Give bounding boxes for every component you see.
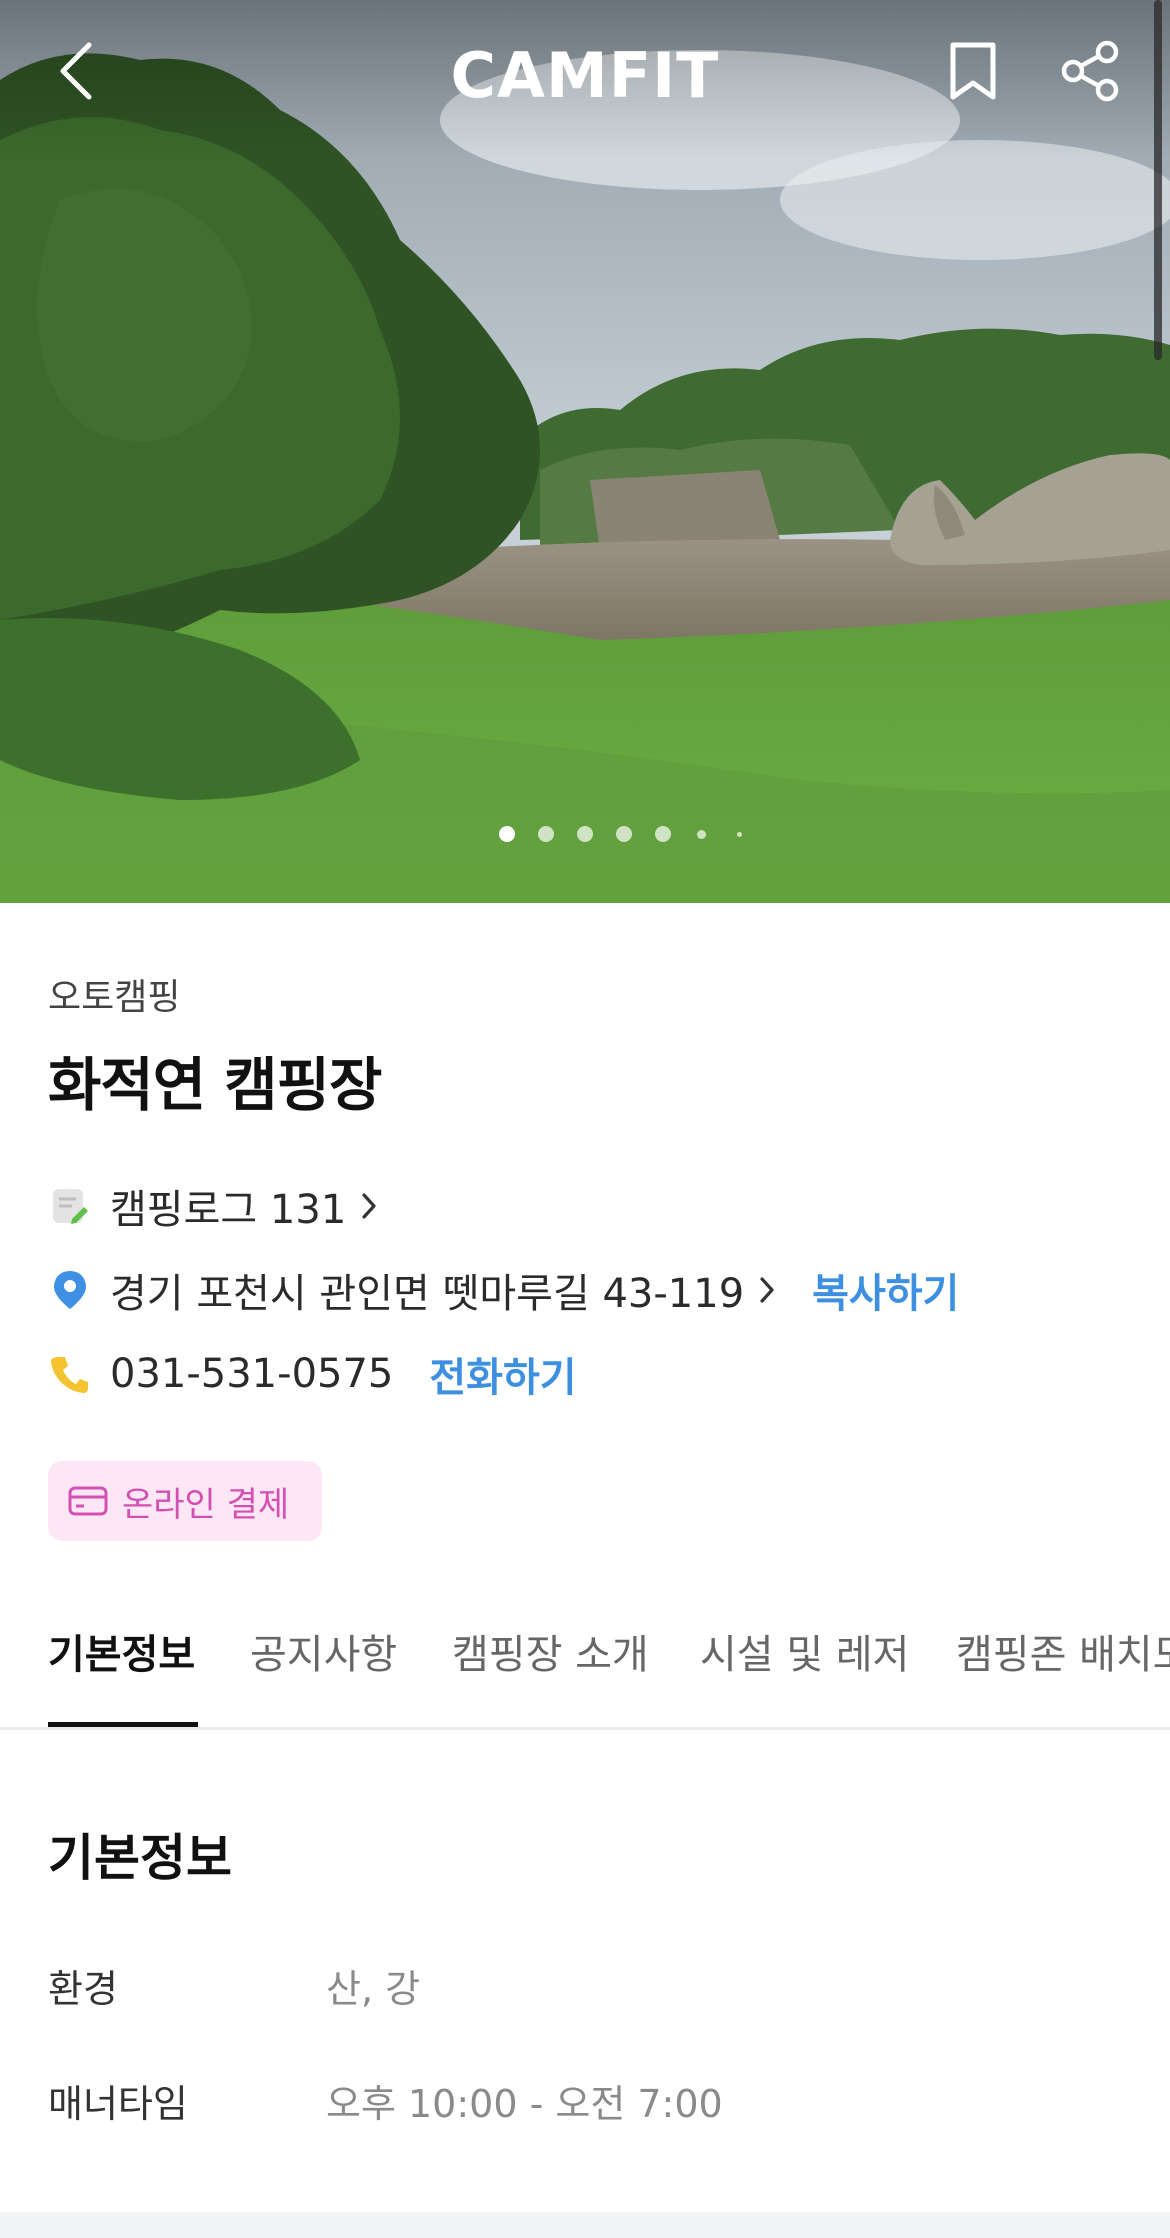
phone-icon (48, 1352, 92, 1396)
tab-notice[interactable]: 공지사항 (250, 1622, 397, 1680)
tab-facilities[interactable]: 시설 및 레저 (700, 1622, 909, 1680)
camping-log-text: 캠핑로그 131 (110, 1187, 347, 1233)
copy-address-button[interactable]: 복사하기 (812, 1261, 959, 1319)
tab-basic-info[interactable]: 기본정보 (48, 1622, 195, 1680)
online-payment-badge: 온라인 결제 (48, 1461, 322, 1541)
basic-info-title: 기본정보 (48, 1829, 232, 1887)
manner-time-value: 오후 10:00 - 오전 7:00 (326, 2082, 723, 2126)
pagination-dot[interactable] (616, 826, 632, 842)
section-divider (0, 2212, 1170, 2238)
chevron-left-icon (60, 42, 92, 100)
camping-log-icon (48, 1184, 92, 1228)
pagination-dot[interactable] (737, 832, 742, 837)
pagination-dot[interactable] (697, 830, 706, 839)
pagination-dot[interactable] (499, 826, 515, 842)
chevron-right-icon[interactable] (758, 1275, 776, 1305)
phone-row: 031-531-0575 전화하기 (48, 1344, 577, 1404)
pagination-dot[interactable] (655, 826, 671, 842)
tab-site-map[interactable]: 캠핑존 배치도 (956, 1622, 1170, 1680)
environment-value: 산, 강 (326, 1967, 421, 2011)
pagination-dot[interactable] (577, 826, 593, 842)
scrollbar[interactable] (1154, 0, 1162, 360)
hero-image-carousel[interactable]: CAMFIT (0, 0, 1170, 903)
environment-label: 환경 (48, 1967, 118, 2011)
chevron-right-icon (360, 1191, 378, 1221)
share-button[interactable] (1056, 36, 1126, 106)
camping-log-link[interactable]: 캠핑로그 131 (48, 1176, 378, 1236)
address-row: 경기 포천시 관인면 뗏마루길 43-119 복사하기 (48, 1260, 959, 1320)
online-payment-label: 온라인 결제 (122, 1484, 290, 1525)
pagination-dot[interactable] (538, 826, 554, 842)
manner-time-label: 매너타임 (48, 2082, 188, 2126)
call-button[interactable]: 전화하기 (429, 1345, 576, 1403)
back-button[interactable] (42, 36, 112, 106)
active-tab-indicator (48, 1722, 198, 1727)
location-pin-icon (48, 1268, 92, 1312)
credit-card-icon (68, 1486, 108, 1516)
logo-text: CAMFIT (450, 38, 720, 112)
bookmark-button[interactable] (938, 36, 1008, 106)
section-tabs: 기본정보 공지사항 캠핑장 소개 시설 및 레저 캠핑존 배치도 (0, 1600, 1170, 1730)
bookmark-icon (950, 42, 996, 100)
share-icon (1061, 40, 1119, 102)
camp-name: 화적연 캠핑장 (48, 1051, 382, 1119)
camfit-logo: CAMFIT (451, 39, 719, 112)
address-text[interactable]: 경기 포천시 관인면 뗏마루길 43-119 (110, 1261, 744, 1319)
top-bar: CAMFIT (0, 0, 1170, 150)
phone-number: 031-531-0575 (110, 1351, 394, 1397)
camp-category: 오토캠핑 (48, 977, 181, 1018)
tab-introduction[interactable]: 캠핑장 소개 (452, 1622, 649, 1680)
carousel-pagination (0, 826, 1170, 846)
